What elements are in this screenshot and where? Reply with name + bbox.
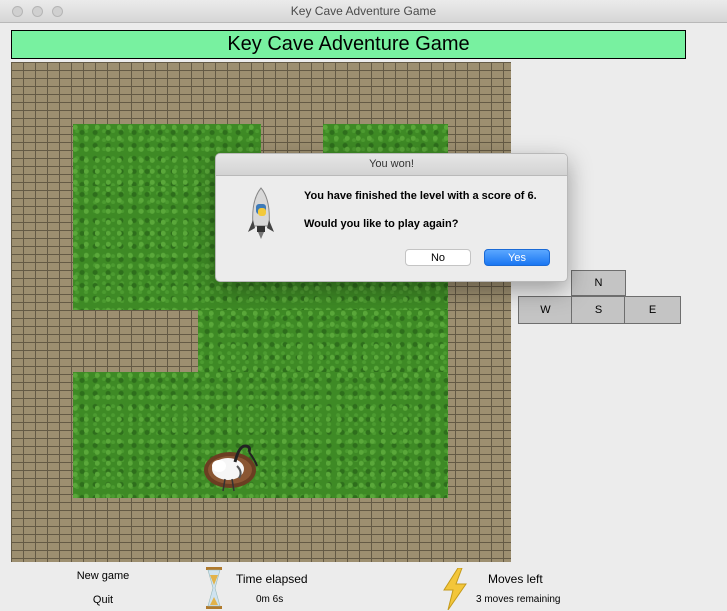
window-title: Key Cave Adventure Game bbox=[290, 4, 437, 18]
quit-button[interactable]: Quit bbox=[85, 594, 121, 606]
yes-button[interactable]: Yes bbox=[484, 249, 550, 266]
game-map bbox=[11, 62, 511, 562]
python-rocket-icon bbox=[248, 187, 274, 239]
moves-left-value: 3 moves remaining bbox=[476, 594, 561, 605]
game-banner: Key Cave Adventure Game bbox=[11, 30, 686, 59]
west-button[interactable]: W bbox=[518, 296, 573, 324]
east-button[interactable]: E bbox=[624, 296, 681, 324]
you-won-dialog: You won! You have finished the level wit… bbox=[215, 153, 568, 282]
south-button[interactable]: S bbox=[571, 296, 626, 324]
no-button[interactable]: No bbox=[405, 249, 471, 266]
time-elapsed-value: 0m 6s bbox=[256, 594, 284, 605]
dialog-question: Would you like to play again? bbox=[304, 218, 459, 230]
time-elapsed-label: Time elapsed bbox=[236, 572, 308, 586]
grass-floor bbox=[198, 310, 448, 372]
moves-left-label: Moves left bbox=[488, 572, 543, 586]
player-ibis-icon bbox=[204, 444, 258, 492]
hourglass-icon bbox=[206, 567, 222, 609]
window-title-bar: Key Cave Adventure Game bbox=[0, 0, 727, 23]
new-game-button[interactable]: New game bbox=[72, 570, 134, 582]
dialog-message: You have finished the level with a score… bbox=[304, 190, 537, 202]
lightning-icon bbox=[443, 568, 467, 610]
dialog-title: You won! bbox=[216, 154, 567, 176]
north-button[interactable]: N bbox=[571, 270, 626, 296]
